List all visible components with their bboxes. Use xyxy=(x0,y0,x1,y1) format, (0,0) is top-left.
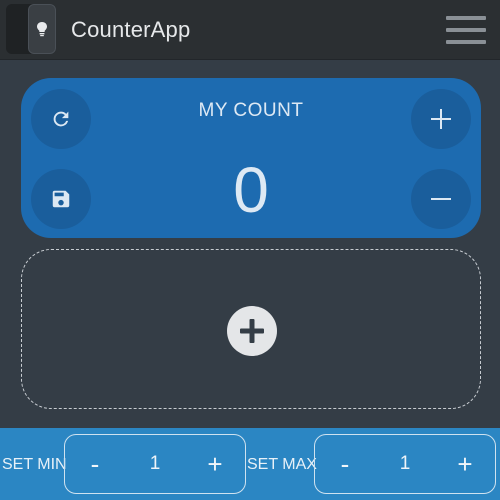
app-title: CounterApp xyxy=(71,17,191,42)
set-max-increment-button[interactable]: + xyxy=(435,435,495,493)
set-min-stepper: - 1 + xyxy=(64,434,246,494)
set-max-value[interactable]: 1 xyxy=(375,435,435,493)
add-counter-area[interactable] xyxy=(21,249,481,409)
plus-icon xyxy=(431,109,451,129)
limits-bar: SET MIN - 1 + SET MAX - 1 + xyxy=(0,428,500,500)
hamburger-menu-icon-bar xyxy=(446,16,486,20)
add-counter-button[interactable] xyxy=(227,306,277,356)
set-max-label: SET MAX xyxy=(247,456,317,473)
theme-toggle[interactable] xyxy=(6,4,56,54)
hamburger-menu-icon-bar xyxy=(446,40,486,44)
lightbulb-icon xyxy=(37,22,47,37)
theme-toggle-knob[interactable] xyxy=(28,4,56,54)
hamburger-menu-icon-bar xyxy=(446,28,486,32)
minus-icon xyxy=(431,198,451,200)
app-header: CounterApp xyxy=(0,0,500,60)
increment-button[interactable] xyxy=(411,89,471,149)
set-min-value[interactable]: 1 xyxy=(125,435,185,493)
add-circle-icon xyxy=(240,319,264,343)
menu-button[interactable] xyxy=(446,16,486,44)
decrement-button[interactable] xyxy=(411,169,471,229)
set-max-stepper: - 1 + xyxy=(314,434,496,494)
counter-card: MY COUNT 0 xyxy=(21,78,481,238)
set-max-decrement-button[interactable]: - xyxy=(315,435,375,493)
set-min-label: SET MIN xyxy=(2,456,67,473)
set-min-decrement-button[interactable]: - xyxy=(65,435,125,493)
set-min-increment-button[interactable]: + xyxy=(185,435,245,493)
